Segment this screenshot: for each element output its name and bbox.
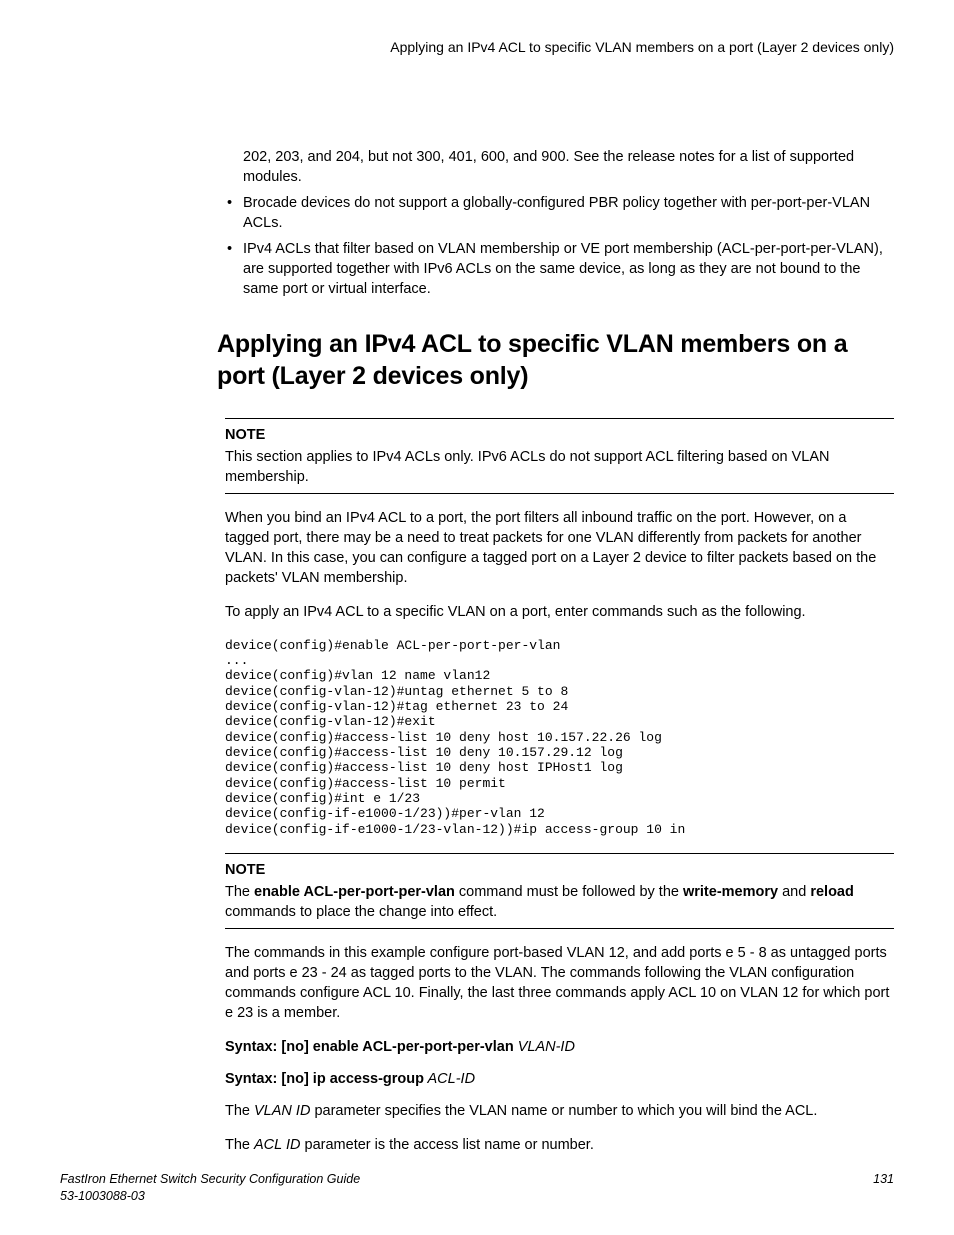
parameter-name: ACL ID (254, 1137, 300, 1153)
syntax-keyword: Syntax: [no] ip access-group (225, 1071, 424, 1087)
doc-id: 53-1003088-03 (60, 1188, 894, 1205)
syntax-variable: ACL-ID (424, 1071, 475, 1087)
text: commands to place the change into effect… (225, 904, 497, 920)
note-text: This section applies to IPv4 ACLs only. … (225, 447, 894, 487)
paragraph: When you bind an IPv4 ACL to a port, the… (225, 508, 894, 588)
page-content: 202, 203, and 204, but not 300, 401, 600… (225, 147, 894, 1155)
note-label: NOTE (225, 860, 894, 880)
note-label: NOTE (225, 425, 894, 445)
syntax-keyword: Syntax: [no] enable ACL-per-port-per-vla… (225, 1039, 514, 1055)
parameter-name: VLAN ID (254, 1103, 310, 1119)
syntax-variable: VLAN-ID (514, 1039, 575, 1055)
text: parameter is the access list name or num… (301, 1137, 594, 1153)
syntax-line: Syntax: [no] ip access-group ACL-ID (225, 1069, 894, 1089)
command-name: enable ACL-per-port-per-vlan (254, 884, 455, 900)
command-name: write-memory (683, 884, 778, 900)
syntax-line: Syntax: [no] enable ACL-per-port-per-vla… (225, 1037, 894, 1057)
paragraph: The commands in this example configure p… (225, 943, 894, 1023)
note-rule-bottom (225, 928, 894, 929)
page-footer: 131 FastIron Ethernet Switch Security Co… (60, 1171, 894, 1206)
paragraph: The VLAN ID parameter specifies the VLAN… (225, 1101, 894, 1121)
bullet-item: Brocade devices do not support a globall… (225, 193, 894, 233)
note-rule-bottom (225, 493, 894, 494)
running-header: Applying an IPv4 ACL to specific VLAN me… (225, 36, 894, 57)
page-number: 131 (873, 1171, 894, 1188)
bullet-item: IPv4 ACLs that filter based on VLAN memb… (225, 239, 894, 299)
command-name: reload (810, 884, 854, 900)
text: The (225, 1103, 254, 1119)
continuation-paragraph: 202, 203, and 204, but not 300, 401, 600… (225, 147, 894, 187)
document-page: Applying an IPv4 ACL to specific VLAN me… (0, 0, 954, 1235)
text: parameter specifies the VLAN name or num… (310, 1103, 817, 1119)
bullet-list: Brocade devices do not support a globall… (225, 193, 894, 299)
text: The (225, 1137, 254, 1153)
note-text: The enable ACL-per-port-per-vlan command… (225, 882, 894, 922)
text: command must be followed by the (455, 884, 683, 900)
note-rule-top (225, 853, 894, 854)
code-block: device(config)#enable ACL-per-port-per-v… (225, 638, 894, 837)
text: The (225, 884, 254, 900)
text: and (778, 884, 810, 900)
note-rule-top (225, 418, 894, 419)
paragraph: The ACL ID parameter is the access list … (225, 1135, 894, 1155)
paragraph: To apply an IPv4 ACL to a specific VLAN … (225, 602, 894, 622)
doc-title: FastIron Ethernet Switch Security Config… (60, 1171, 894, 1188)
section-heading: Applying an IPv4 ACL to specific VLAN me… (217, 329, 894, 392)
